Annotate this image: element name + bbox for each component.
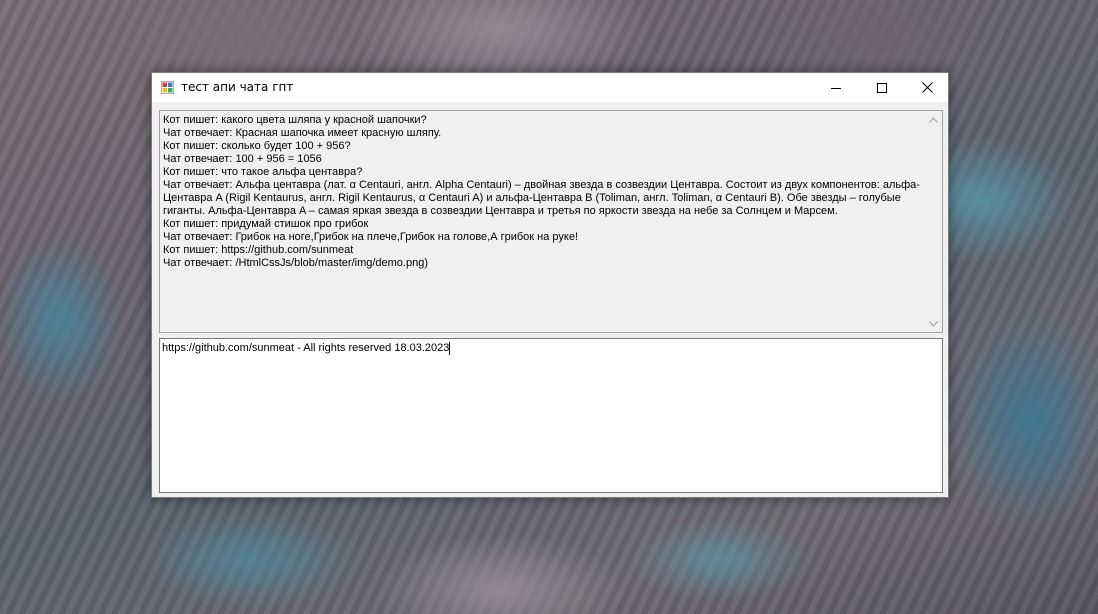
chevron-down-icon <box>929 320 938 327</box>
close-icon <box>921 82 933 93</box>
chat-line: Кот пишет: что такое альфа центавра? <box>163 166 363 178</box>
text-caret <box>449 342 451 355</box>
close-button[interactable] <box>904 73 950 102</box>
scroll-up-button[interactable] <box>925 111 942 128</box>
message-input-textarea[interactable]: https://github.com/sunmeat - All rights … <box>159 338 943 493</box>
maximize-button[interactable] <box>859 73 905 102</box>
chat-line: Центавра A (Rigil Kentaurus, англ. Rigil… <box>163 192 901 204</box>
chat-line: Чат отвечает: /HtmlCssJs/blob/master/img… <box>163 257 428 269</box>
chat-line: Чат отвечает: 100 + 956 = 1056 <box>163 153 322 165</box>
chat-line: Кот пишет: какого цвета шляпа у красной … <box>163 114 427 126</box>
minimize-icon <box>831 87 841 89</box>
chat-line: гиганты. Альфа-Центавра A – самая яркая … <box>163 205 838 217</box>
app-window: тест апи чата гпт Кот пишет: какого цвет… <box>151 72 949 498</box>
maximize-icon <box>877 82 887 93</box>
app-window-icon <box>161 81 174 94</box>
chat-output-text: Кот пишет: какого цвета шляпа у красной … <box>163 114 922 329</box>
message-input-value: https://github.com/sunmeat - All rights … <box>162 342 450 354</box>
chevron-up-icon <box>929 116 938 123</box>
title-bar[interactable]: тест апи чата гпт <box>152 73 948 102</box>
chat-line: Чат отвечает: Красная шапочка имеет крас… <box>163 127 442 139</box>
chat-output-textarea[interactable]: Кот пишет: какого цвета шляпа у красной … <box>159 110 943 333</box>
scroll-down-button[interactable] <box>925 315 942 332</box>
chat-line: Кот пишет: сколько будет 100 + 956? <box>163 140 351 152</box>
message-input-text: https://github.com/sunmeat - All rights … <box>162 342 451 355</box>
chat-line: Чат отвечает: Альфа центавра (лат. α Cen… <box>163 179 920 191</box>
chat-line: Кот пишет: https://github.com/sunmeat <box>163 244 354 256</box>
vertical-scrollbar[interactable] <box>925 111 942 332</box>
window-title: тест апи чата гпт <box>181 80 294 94</box>
minimize-button[interactable] <box>813 73 859 102</box>
chat-line: Чат отвечает: Грибок на ноге,Грибок на п… <box>163 231 579 243</box>
chat-line: Кот пишет: придумай стишок про грибок <box>163 218 369 230</box>
